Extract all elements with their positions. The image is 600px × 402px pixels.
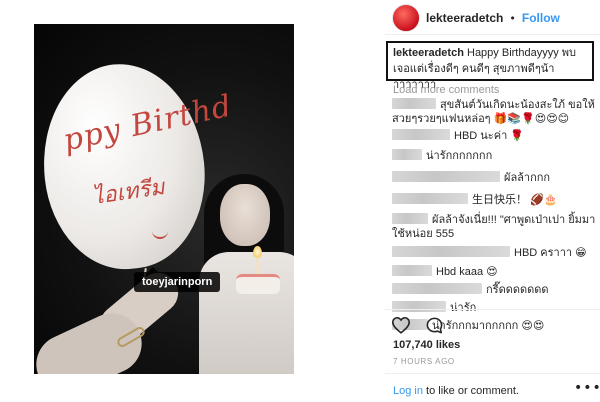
comment-emoji: 😍: [486, 265, 498, 278]
blurred-username: [392, 129, 450, 140]
post-photo[interactable]: ppy Birthd ไอเทรีม toeyjarinporn: [34, 24, 294, 374]
comment-item: น่ารักกกกกกก: [386, 149, 598, 163]
comment-item: น่ารัก: [386, 301, 598, 315]
login-prompt: Log in to like or comment.: [393, 385, 519, 397]
comment-text: กรี๊ดดดดดดด: [486, 284, 549, 296]
birthday-cake: [236, 274, 280, 294]
blurred-username: [392, 193, 468, 204]
comment-text: 生日快乐！: [472, 194, 527, 206]
likes-count[interactable]: 107,740 likes: [393, 339, 460, 351]
comment-item: HBD นะค่า 🌹: [386, 129, 598, 143]
login-rest-text: to like or comment.: [422, 385, 519, 397]
separator-dot: •: [509, 11, 516, 25]
blurred-username: [392, 98, 436, 109]
comment-text: น่ารัก: [450, 302, 477, 314]
balloon: [34, 56, 215, 277]
comment-text: HBD นะค่า: [454, 130, 508, 142]
comment-item: สุขสันต์วันเกิดนะน้องสะใภ้ ขอให้สวยๆรวยๆ…: [386, 98, 598, 126]
comment-text: HBD คราาา: [514, 247, 573, 259]
follow-button[interactable]: Follow: [522, 11, 560, 25]
post-timestamp: 7 HOURS AGO: [393, 357, 455, 366]
login-link[interactable]: Log in: [393, 385, 423, 397]
more-dots-icon[interactable]: •••: [574, 380, 600, 396]
comments-list: สุขสันต์วันเกิดนะน้องสะใภ้ ขอให้สวยๆรวยๆ…: [386, 98, 598, 333]
blurred-username: [392, 265, 432, 276]
candle: [256, 256, 259, 274]
comment-emoji: 😁: [575, 246, 587, 259]
comment-item: กรี๊ดดดดดดด: [386, 283, 598, 297]
comment-item: ผัลล้ากกก: [386, 171, 598, 185]
blurred-username: [392, 213, 428, 224]
comment-item: 生日快乐！ 🏈🎂: [386, 193, 598, 207]
comment-emoji: 🏈🎂: [530, 193, 558, 206]
header-divider: [385, 34, 600, 35]
blurred-username: [392, 301, 446, 312]
comment-text: Hbd kaaa: [436, 266, 484, 278]
comment-emoji: 😍😍: [521, 319, 545, 332]
caption-username[interactable]: lekteeradetch: [393, 47, 464, 59]
header-username[interactable]: lekteeradetch: [426, 11, 503, 25]
blurred-username: [392, 149, 422, 160]
post-actions: [391, 316, 444, 339]
caption: lekteeradetch Happy Birthdayyyy พบเจอแต่…: [386, 41, 594, 91]
comment-item: Hbd kaaa 😍: [386, 265, 598, 279]
comment-text: ผัลล้ากกก: [504, 172, 551, 184]
blurred-username: [392, 246, 510, 257]
person-body: [199, 252, 294, 374]
photo-user-tag[interactable]: toeyjarinporn: [134, 267, 221, 292]
comment-text: น่ารักกกกกกก: [426, 150, 493, 162]
blurred-username: [392, 171, 500, 182]
heart-outline-icon[interactable]: [391, 316, 411, 339]
comment-emoji: 🌹: [510, 129, 525, 142]
footer-divider: [385, 373, 600, 374]
comment-text: น่ารักกกมากกกกก: [432, 320, 519, 332]
comment-item: HBD คราาา 😁: [386, 246, 598, 260]
avatar[interactable]: [392, 4, 420, 32]
candle-flame: [253, 246, 262, 258]
comment-emoji: 🎁📚🌹😍😍😊: [493, 112, 570, 125]
blurred-username: [392, 283, 482, 294]
speech-bubble-icon[interactable]: [425, 316, 444, 339]
comments-divider: [385, 309, 600, 310]
load-more-comments-link[interactable]: Load more comments: [393, 84, 499, 96]
comment-item: ผัลล้าจังเนี่ย!!! "ศาพูดเป่าเปา ยิ้มมาใช…: [386, 213, 598, 241]
post-header: lekteeradetch • Follow: [392, 2, 560, 34]
person-face: [220, 184, 270, 246]
